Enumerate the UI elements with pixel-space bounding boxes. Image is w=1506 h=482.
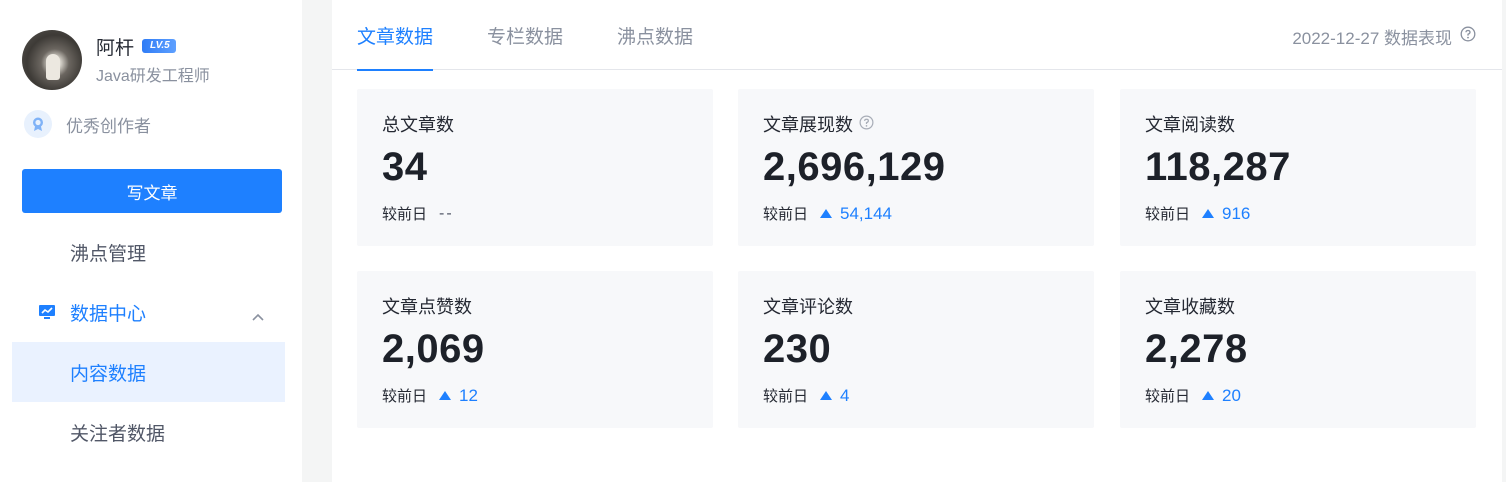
stat-card-article-impressions: 文章展现数 2,696,129 较前日 54,144 — [738, 89, 1094, 246]
card-value: 2,696,129 — [763, 145, 946, 189]
card-title: 文章收藏数 — [1145, 293, 1235, 319]
card-title-text: 文章点赞数 — [382, 297, 472, 317]
sidebar-item-pins-management[interactable]: 沸点管理 — [12, 222, 285, 282]
sidebar: 阿杆 LV.5 Java研发工程师 优秀创作者 写文章 沸点管理 数据中心 内容… — [0, 0, 302, 482]
help-icon[interactable] — [1460, 26, 1476, 47]
compare-label: 较前日 — [1145, 206, 1191, 223]
chevron-up-icon[interactable] — [251, 306, 265, 328]
tab-column-data[interactable]: 专栏数据 — [487, 0, 563, 70]
sidebar-item-follower-data[interactable]: 关注者数据 — [12, 402, 285, 462]
delta-value: -- — [439, 204, 454, 222]
delta-value: 54,144 — [840, 203, 893, 223]
stat-card-article-reads: 文章阅读数 118,287 较前日 916 — [1120, 89, 1476, 246]
card-compare: 较前日 20 — [1145, 385, 1241, 406]
trend-up-icon — [1202, 209, 1215, 218]
card-value: 118,287 — [1145, 145, 1291, 189]
delta-value: 4 — [840, 385, 850, 405]
trend-up-icon — [820, 209, 833, 218]
card-title: 总文章数 — [382, 111, 454, 137]
card-compare: 较前日 4 — [763, 385, 849, 406]
card-compare: 较前日 916 — [1145, 203, 1250, 224]
delta: 20 — [1202, 386, 1241, 406]
trend-up-icon — [1202, 391, 1215, 400]
stat-card-total-articles: 总文章数 34 较前日 -- — [357, 89, 713, 246]
sidebar-group-data-center[interactable]: 数据中心 — [12, 282, 285, 342]
card-value: 230 — [763, 327, 832, 371]
sidebar-item-label: 内容数据 — [70, 363, 147, 385]
compare-label: 较前日 — [382, 388, 428, 405]
chart-monitor-icon — [38, 304, 56, 326]
card-title-text: 总文章数 — [382, 115, 454, 135]
delta: 4 — [820, 386, 849, 406]
delta-value: 12 — [459, 385, 478, 405]
compare-label: 较前日 — [1145, 388, 1191, 405]
delta-value: 20 — [1222, 385, 1241, 405]
profile-text: 阿杆 LV.5 Java研发工程师 — [96, 34, 210, 86]
card-value: 34 — [382, 145, 428, 189]
card-title: 文章阅读数 — [1145, 111, 1235, 137]
stat-card-article-comments: 文章评论数 230 较前日 4 — [738, 271, 1094, 428]
help-icon[interactable] — [859, 114, 874, 135]
user-profile[interactable]: 阿杆 LV.5 Java研发工程师 — [22, 30, 210, 90]
card-title: 文章点赞数 — [382, 293, 472, 319]
user-job-title: Java研发工程师 — [96, 68, 210, 85]
tab-bar: 文章数据 专栏数据 沸点数据 2022-12-27 数据表现 — [332, 0, 1502, 71]
sidebar-item-content-data[interactable]: 内容数据 — [12, 342, 285, 402]
level-badge: LV.5 — [142, 39, 176, 53]
card-compare: 较前日 -- — [382, 203, 454, 224]
card-value: 2,069 — [382, 327, 485, 371]
card-compare: 较前日 54,144 — [763, 203, 892, 224]
card-value: 2,278 — [1145, 327, 1248, 371]
sidebar-group-label: 数据中心 — [70, 303, 147, 325]
card-compare: 较前日 12 — [382, 385, 478, 406]
card-title-text: 文章收藏数 — [1145, 297, 1235, 317]
trend-up-icon — [439, 391, 452, 400]
trend-up-icon — [820, 391, 833, 400]
honor-label: 优秀创作者 — [66, 116, 151, 136]
honor-badge[interactable]: 优秀创作者 — [24, 110, 151, 138]
delta-value: 916 — [1222, 203, 1251, 223]
main-content: 文章数据 专栏数据 沸点数据 2022-12-27 数据表现 总文章数 34 较… — [332, 0, 1502, 482]
medal-icon — [24, 110, 52, 138]
card-title-text: 文章评论数 — [763, 297, 853, 317]
sidebar-item-label: 沸点管理 — [70, 243, 147, 265]
card-title: 文章展现数 — [763, 111, 874, 137]
date-performance: 2022-12-27 数据表现 — [1292, 24, 1476, 49]
avatar[interactable] — [22, 30, 82, 90]
delta: 54,144 — [820, 204, 892, 224]
stat-card-article-likes: 文章点赞数 2,069 较前日 12 — [357, 271, 713, 428]
name-row: 阿杆 LV.5 — [96, 33, 210, 60]
sidebar-item-label: 关注者数据 — [70, 423, 166, 445]
date-performance-label: 2022-12-27 数据表现 — [1292, 29, 1452, 48]
card-title-text: 文章展现数 — [763, 115, 853, 135]
tab-article-data[interactable]: 文章数据 — [357, 0, 434, 71]
compare-label: 较前日 — [382, 206, 428, 223]
user-name[interactable]: 阿杆 — [96, 33, 134, 60]
delta: 916 — [1202, 204, 1250, 224]
stat-card-article-favorites: 文章收藏数 2,278 较前日 20 — [1120, 271, 1476, 428]
card-title-text: 文章阅读数 — [1145, 115, 1235, 135]
write-article-button[interactable]: 写文章 — [22, 169, 282, 213]
compare-label: 较前日 — [763, 388, 809, 405]
card-title: 文章评论数 — [763, 293, 853, 319]
delta: 12 — [439, 386, 478, 406]
compare-label: 较前日 — [763, 206, 809, 223]
tab-pins-data[interactable]: 沸点数据 — [617, 0, 693, 70]
